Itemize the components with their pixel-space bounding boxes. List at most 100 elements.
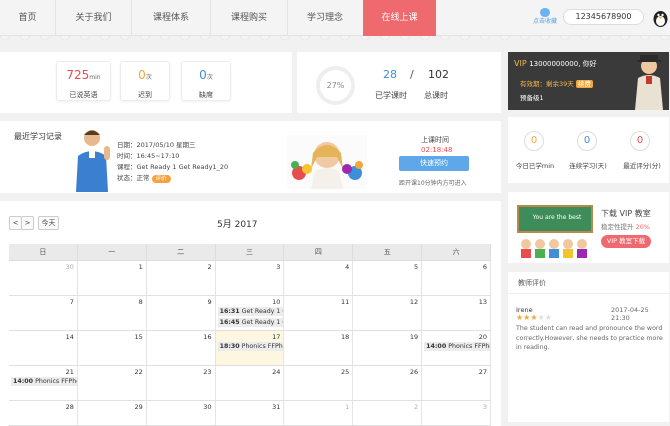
calendar-day-cell[interactable]: 30 (9, 261, 78, 295)
nav-online-class[interactable]: 在线上课 (363, 0, 436, 36)
vip-download-button[interactable]: VIP 教室下载 (601, 235, 651, 248)
calendar-day-cell[interactable]: 26 (353, 366, 423, 400)
calendar-day-number: 2 (207, 263, 212, 271)
vip-validity-text: 有效期：剩余39天 (520, 80, 574, 88)
calendar-day-number: 10 (272, 298, 281, 306)
calendar-day-cell[interactable]: 23 (146, 366, 216, 400)
class-time-label: 上课时间 (421, 136, 449, 144)
calendar-day-cell[interactable]: 19 (353, 331, 423, 365)
spoken-minutes-unit: min (89, 74, 101, 81)
star-icon: ★ (537, 313, 545, 322)
progress-card: 27% 28 / 102 已学课时 总课时 (297, 52, 501, 113)
calendar-day-cell[interactable]: 1 (284, 401, 354, 425)
studied-count: 28 (383, 68, 397, 81)
vip-renew-link[interactable]: 续费 (575, 80, 593, 88)
calendar-day-cell[interactable]: 2114:00 Phonics FFPhon (9, 366, 78, 400)
calendar-day-cell[interactable]: 29 (77, 401, 147, 425)
nav-purchase[interactable]: 课程购买 (211, 0, 287, 36)
calendar-day-number: 8 (138, 298, 143, 306)
calendar-day-cell[interactable]: 4 (284, 261, 354, 295)
calendar-day-number: 31 (272, 403, 281, 411)
calendar-day-cell[interactable]: 31 (215, 401, 285, 425)
phone-field[interactable]: 12345678900 (563, 9, 644, 25)
calendar-day-cell[interactable]: 24 (215, 366, 285, 400)
teacher-evaluation-card: 教师评价 Irene 2017-04-25 21:30 ★★★★★ The st… (508, 272, 669, 422)
nav-home[interactable]: 首页 (0, 0, 55, 36)
calendar-weekday-header: 日 一 二 三 四 五 六 (9, 244, 492, 261)
calendar-day-cell[interactable]: 25 (284, 366, 354, 400)
calendar-day-number: 3 (276, 263, 281, 271)
calendar-day-cell[interactable]: 1718:30 Phonics FFPhon (215, 331, 285, 365)
calendar-week-row: 28 29 30 31 1 2 3 (9, 401, 492, 426)
calendar-day-cell[interactable]: 9 (146, 296, 216, 330)
calendar-day-number: 17 (272, 333, 281, 341)
today-minutes-value: 0 (524, 131, 544, 151)
weekday-sat: 六 (422, 244, 492, 260)
evaluation-stars: ★★★★★ (516, 313, 552, 322)
lesson-time: 16:45 (219, 319, 240, 326)
today-minutes-label: 今日已学min (515, 162, 555, 170)
calendar-day-cell[interactable]: 13 (422, 296, 492, 330)
calendar-lesson-event[interactable]: 14:00 Phonics FFPhon (424, 342, 491, 351)
vip-validity: 有效期：剩余39天 续费 (520, 78, 593, 88)
calendar-day-cell[interactable]: 1016:31 Get Ready 1 Ge 16:45 Get Ready 1 … (215, 296, 285, 330)
quick-book-button[interactable]: 快速预约 (399, 156, 469, 171)
calendar-day-cell[interactable]: 2014:00 Phonics FFPhon (422, 331, 492, 365)
favorite-button[interactable]: 点击收藏 (530, 8, 560, 26)
calendar-day-cell[interactable]: 12 (353, 296, 423, 330)
chalkboard-text: You are the best (532, 214, 582, 221)
calendar-day-cell[interactable]: 28 (9, 401, 78, 425)
evaluate-button[interactable]: 评价 (151, 175, 171, 183)
calendar-day-number: 20 (478, 333, 488, 341)
calendar-day-cell[interactable]: 11 (284, 296, 354, 330)
student-photo (287, 135, 367, 189)
nav-philosophy[interactable]: 学习理念 (288, 0, 362, 36)
calendar-day-number: 16 (203, 333, 212, 341)
calendar-lesson-event[interactable]: 18:30 Phonics FFPhon (217, 342, 284, 351)
teacher-photo (76, 130, 110, 192)
calendar-day-cell[interactable]: 18 (284, 331, 354, 365)
calendar-day-cell[interactable]: 14 (9, 331, 78, 365)
calendar-day-cell[interactable]: 2 (353, 401, 423, 425)
calendar-day-cell[interactable]: 6 (422, 261, 492, 295)
lesson-time: 14:00 (13, 378, 34, 385)
nav-courses[interactable]: 课程体系 (132, 0, 210, 36)
calendar-day-cell[interactable]: 2 (146, 261, 216, 295)
penguin-avatar-icon[interactable] (653, 9, 668, 27)
spoken-minutes-label: 已说英语 (69, 91, 98, 99)
calendar-day-cell[interactable]: 16 (146, 331, 216, 365)
calendar-day-cell[interactable]: 15 (77, 331, 147, 365)
weekday-fri: 五 (353, 244, 423, 260)
class-stats-card: 725min 已说英语 0次 迟到 0次 缺席 (0, 52, 292, 113)
calendar-day-cell[interactable]: 8 (77, 296, 147, 330)
calendar-day-cell[interactable]: 30 (146, 401, 216, 425)
calendar-day-number: 30 (203, 403, 212, 411)
weekday-tue: 二 (147, 244, 216, 260)
calendar-day-cell[interactable]: 3 (215, 261, 285, 295)
calendar-next-button[interactable]: > (21, 216, 34, 230)
record-time: 时间：16:45~17:10 (117, 152, 180, 160)
calendar-day-number: 3 (482, 403, 488, 411)
nav-about[interactable]: 关于我们 (56, 0, 131, 36)
calendar-today-button[interactable]: 今天 (38, 216, 59, 230)
calendar-day-number: 1 (345, 403, 350, 411)
calendar-day-cell[interactable]: 27 (422, 366, 492, 400)
calendar-day-number: 27 (478, 368, 488, 376)
teacher-portrait (635, 55, 663, 110)
calendar-card: < > 今天 5月 2017 日 一 二 三 四 五 六 30 1 2 3 4 5 6 7 8 9… (0, 201, 501, 426)
calendar-day-cell[interactable]: 1 (77, 261, 147, 295)
studied-label: 已学课时 (375, 91, 407, 100)
calendar-day-cell[interactable]: 5 (353, 261, 423, 295)
calendar-lesson-event[interactable]: 14:00 Phonics FFPhon (11, 377, 77, 386)
calendar-lesson-event[interactable]: 16:31 Get Ready 1 Ge (217, 307, 284, 316)
lesson-name: Phonics FFPhon (35, 378, 77, 385)
absent-unit: 次 (206, 74, 213, 81)
late-unit: 次 (145, 74, 152, 81)
calendar-day-cell[interactable]: 22 (77, 366, 147, 400)
calendar-body: 301234567891016:31 Get Ready 1 Ge16:45 G… (9, 261, 492, 426)
calendar-day-number: 28 (65, 403, 74, 411)
calendar-day-cell[interactable]: 7 (9, 296, 78, 330)
calendar-lesson-event[interactable]: 16:45 Get Ready 1 Ge (217, 318, 284, 327)
calendar-day-cell[interactable]: 3 (422, 401, 492, 425)
calendar-day-number: 23 (203, 368, 212, 376)
